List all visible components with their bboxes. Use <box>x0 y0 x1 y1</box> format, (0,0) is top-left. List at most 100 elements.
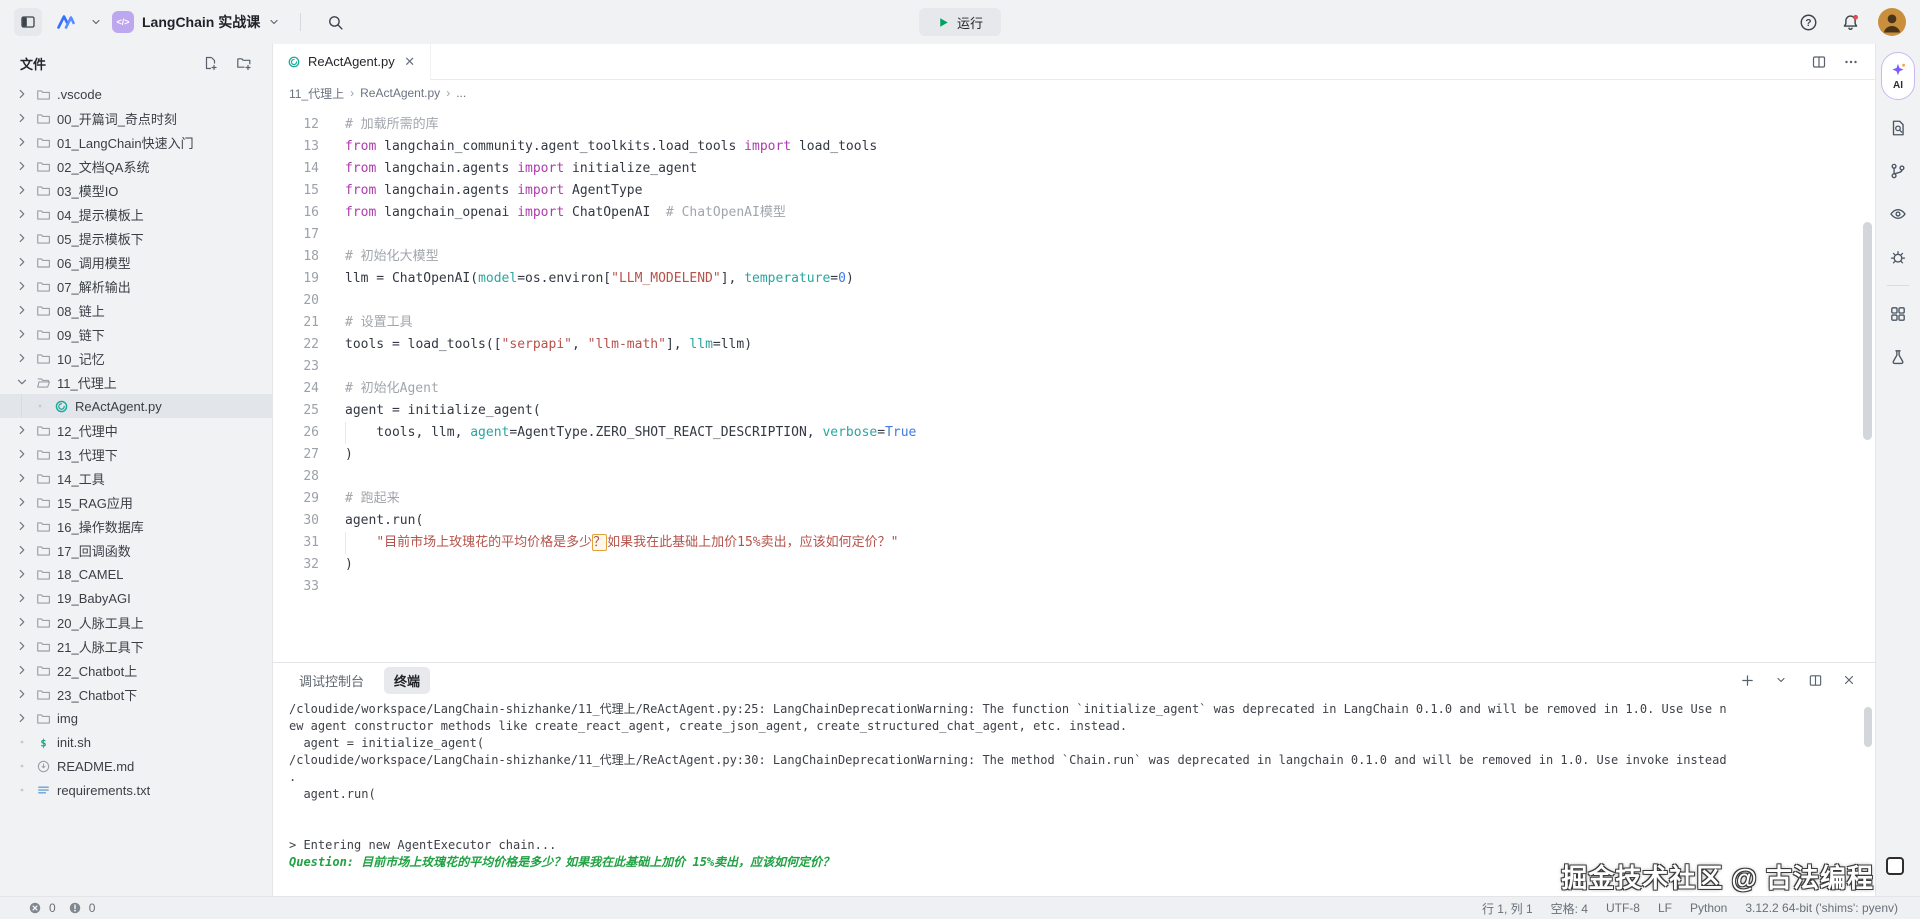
avatar[interactable] <box>1878 8 1906 36</box>
line-number[interactable]: 28 <box>273 466 319 488</box>
notifications-button[interactable] <box>1836 8 1864 36</box>
code-text: ) <box>345 444 353 466</box>
tree-item-01_LangChain快速入门[interactable]: 01_LangChain快速入门 <box>0 130 272 154</box>
panel-chevron-down-button[interactable] <box>1767 666 1795 694</box>
line-number[interactable]: 13 <box>273 136 319 158</box>
code-editor[interactable]: 12# 加载所需的库13from langchain_community.age… <box>273 106 1875 662</box>
tree-item-14_工具[interactable]: 14_工具 <box>0 466 272 490</box>
problems-indicator[interactable]: 0 0 <box>28 901 103 915</box>
tree-item-10_记忆[interactable]: 10_记忆 <box>0 346 272 370</box>
panel-tab-终端[interactable]: 终端 <box>384 667 430 694</box>
editor-tab-reactagent[interactable]: ReActAgent.py ✕ <box>273 44 431 80</box>
run-button[interactable]: 运行 <box>919 8 1001 36</box>
new-file-button[interactable] <box>196 49 224 77</box>
tree-item-.vscode[interactable]: .vscode <box>0 82 272 106</box>
line-number[interactable]: 29 <box>273 488 319 510</box>
rail-grid-button[interactable] <box>1883 299 1913 329</box>
more-button[interactable] <box>1837 48 1865 76</box>
chevron-right-icon <box>15 471 29 485</box>
tree-item-23_Chatbot下[interactable]: 23_Chatbot下 <box>0 682 272 706</box>
tree-item-16_操作数据库[interactable]: 16_操作数据库 <box>0 514 272 538</box>
line-number[interactable]: 23 <box>273 356 319 378</box>
tree-item-03_模型IO[interactable]: 03_模型IO <box>0 178 272 202</box>
tree-item-22_Chatbot上[interactable]: 22_Chatbot上 <box>0 658 272 682</box>
tab-close-icon[interactable]: ✕ <box>402 54 418 70</box>
line-number[interactable]: 30 <box>273 510 319 532</box>
statusbar-item[interactable]: Python <box>1690 901 1727 915</box>
dot-icon <box>15 759 29 773</box>
line-number[interactable]: 26 <box>273 422 319 444</box>
tree-item-17_回调函数[interactable]: 17_回调函数 <box>0 538 272 562</box>
statusbar-item[interactable]: UTF-8 <box>1606 901 1640 915</box>
help-button[interactable]: ? <box>1794 8 1822 36</box>
line-number[interactable]: 12 <box>273 114 319 136</box>
tree-item-08_链上[interactable]: 08_链上 <box>0 298 272 322</box>
statusbar-item[interactable]: 行 1, 列 1 <box>1482 900 1533 917</box>
tree-item-11_代理上[interactable]: 11_代理上 <box>0 370 272 394</box>
tree-item-09_链下[interactable]: 09_链下 <box>0 322 272 346</box>
panel-tab-调试控制台[interactable]: 调试控制台 <box>289 667 374 694</box>
ai-assistant-button[interactable]: AI <box>1881 52 1915 100</box>
tree-item-init.sh[interactable]: $init.sh <box>0 730 272 754</box>
rail-bug-button[interactable] <box>1883 242 1913 272</box>
line-number[interactable]: 27 <box>273 444 319 466</box>
rail-eye-button[interactable] <box>1883 199 1913 229</box>
tree-item-00_开篇词_奇点时刻[interactable]: 00_开篇词_奇点时刻 <box>0 106 272 130</box>
project-switcher[interactable]: </> LangChain 实战课 <box>112 11 280 33</box>
line-number[interactable]: 20 <box>273 290 319 312</box>
search-button[interactable] <box>321 8 349 36</box>
tree-item-12_代理中[interactable]: 12_代理中 <box>0 418 272 442</box>
tree-item-21_人脉工具下[interactable]: 21_人脉工具下 <box>0 634 272 658</box>
tree-item-19_BabyAGI[interactable]: 19_BabyAGI <box>0 586 272 610</box>
rail-git-branch-button[interactable] <box>1883 156 1913 186</box>
chevron-down-icon[interactable] <box>90 16 102 28</box>
folder-icon <box>36 495 51 510</box>
line-number[interactable]: 21 <box>273 312 319 334</box>
terminal-question-line: Question: 目前市场上玫瑰花的平均价格是多少？如果我在此基础上加价 15… <box>289 854 1875 871</box>
panel-plus-button[interactable] <box>1733 666 1761 694</box>
line-number[interactable]: 25 <box>273 400 319 422</box>
tree-item-20_人脉工具上[interactable]: 20_人脉工具上 <box>0 610 272 634</box>
line-number[interactable]: 19 <box>273 268 319 290</box>
statusbar-item[interactable]: LF <box>1658 901 1672 915</box>
panel-close-button[interactable] <box>1835 666 1863 694</box>
breadcrumb-item[interactable]: 11_代理上 <box>289 85 344 102</box>
tree-item-07_解析输出[interactable]: 07_解析输出 <box>0 274 272 298</box>
editor-scrollbar[interactable] <box>1863 222 1872 440</box>
tree-item-05_提示模板下[interactable]: 05_提示模板下 <box>0 226 272 250</box>
tree-item-15_RAG应用[interactable]: 15_RAG应用 <box>0 490 272 514</box>
tree-item-requirements.txt[interactable]: requirements.txt <box>0 778 272 802</box>
tree-item-img[interactable]: img <box>0 706 272 730</box>
line-number[interactable]: 24 <box>273 378 319 400</box>
split-editor-button[interactable] <box>1805 48 1833 76</box>
statusbar-item[interactable]: 空格: 4 <box>1551 900 1588 917</box>
line-number[interactable]: 18 <box>273 246 319 268</box>
rail-file-search-button[interactable] <box>1883 113 1913 143</box>
panel-split-panel-button[interactable] <box>1801 666 1829 694</box>
sidebar-toggle-button[interactable] <box>14 8 42 36</box>
line-number[interactable]: 14 <box>273 158 319 180</box>
tree-item-18_CAMEL[interactable]: 18_CAMEL <box>0 562 272 586</box>
line-number[interactable]: 32 <box>273 554 319 576</box>
rail-flask-button[interactable] <box>1883 342 1913 372</box>
line-number[interactable]: 15 <box>273 180 319 202</box>
new-folder-button[interactable] <box>230 49 258 77</box>
line-number[interactable]: 16 <box>273 202 319 224</box>
tree-item-13_代理下[interactable]: 13_代理下 <box>0 442 272 466</box>
tree-item-ReActAgent.py[interactable]: ReActAgent.py <box>0 394 272 418</box>
tree-item-README.md[interactable]: README.md <box>0 754 272 778</box>
code-text: # 设置工具 <box>345 312 413 334</box>
statusbar-item[interactable]: 3.12.2 64-bit ('shims': pyenv) <box>1745 901 1898 915</box>
line-number[interactable]: 22 <box>273 334 319 356</box>
line-number[interactable]: 33 <box>273 576 319 598</box>
line-number[interactable]: 17 <box>273 224 319 246</box>
breadcrumb-item[interactable]: ReActAgent.py <box>360 86 440 100</box>
line-number[interactable]: 31 <box>273 532 319 554</box>
terminal-scrollbar[interactable] <box>1864 707 1872 747</box>
tree-item-02_文档QA系统[interactable]: 02_文档QA系统 <box>0 154 272 178</box>
breadcrumb-item[interactable]: ... <box>456 86 466 100</box>
tree-item-06_调用模型[interactable]: 06_调用模型 <box>0 250 272 274</box>
terminal-output[interactable]: /cloudide/workspace/LangChain-shizhanke/… <box>273 697 1875 896</box>
tree-item-04_提示模板上[interactable]: 04_提示模板上 <box>0 202 272 226</box>
marscode-menu-button[interactable] <box>52 8 80 36</box>
